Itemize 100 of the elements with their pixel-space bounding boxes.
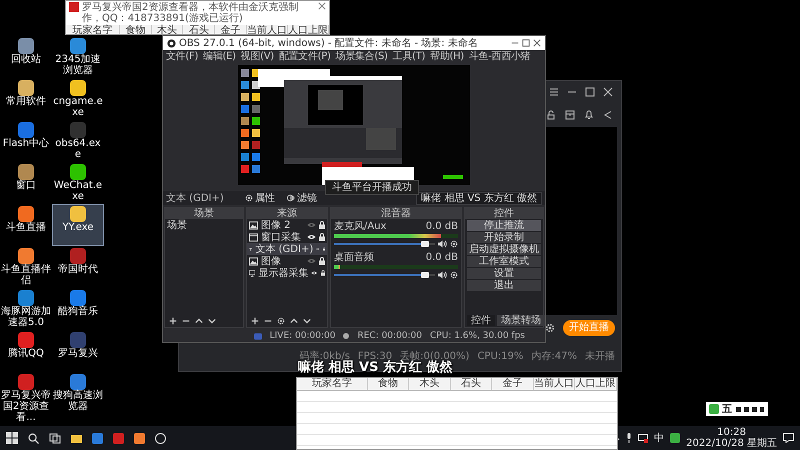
settings-icon[interactable]: [450, 271, 458, 279]
microphone-icon[interactable]: [626, 433, 632, 443]
cpu-fps-text: CPU: 1.6%, 30.00 fps: [430, 330, 525, 342]
down-icon[interactable]: [303, 317, 311, 325]
speaker-icon[interactable]: [438, 240, 447, 248]
shortcut-label: 罗马复兴帝国2资源查看...: [1, 390, 51, 423]
source-row[interactable]: 图像 2: [247, 219, 327, 231]
shortcut-label: 帝国时代: [58, 264, 98, 275]
lock-icon[interactable]: [322, 245, 326, 253]
source-row[interactable]: 文本 (GDI+): [247, 243, 327, 255]
start-icon[interactable]: [6, 432, 18, 444]
speaker-icon[interactable]: [438, 271, 447, 279]
lock-icon[interactable]: [320, 269, 325, 277]
source-row[interactable]: 显示器采集: [247, 267, 327, 279]
app-icon[interactable]: [134, 432, 145, 444]
source-label: 图像: [261, 256, 282, 266]
desktop-shortcut[interactable]: YY.exe: [52, 204, 104, 246]
network-icon[interactable]: [638, 434, 648, 442]
menu-item[interactable]: 斗鱼-西西小猪: [468, 51, 530, 62]
lock-icon[interactable]: [319, 233, 325, 241]
source-row[interactable]: 窗口采集: [247, 231, 327, 243]
settings-icon[interactable]: [450, 240, 458, 248]
notification-icon[interactable]: [783, 433, 794, 443]
dock-tab[interactable]: 控件: [467, 315, 495, 326]
desktop-shortcut[interactable]: 常用软件: [0, 78, 52, 120]
control-button[interactable]: 启动虚拟摄像机: [467, 244, 541, 255]
control-button[interactable]: 退出: [467, 280, 541, 291]
desktop-shortcut[interactable]: 腾讯QQ: [0, 330, 52, 372]
menu-item[interactable]: 文件(F): [166, 51, 198, 62]
up-icon[interactable]: [195, 317, 203, 325]
control-button[interactable]: 开始录制: [467, 232, 541, 243]
ime-mode-label: 五: [722, 404, 732, 414]
desktop-shortcut[interactable]: 帝国时代: [52, 246, 104, 288]
dock-tab[interactable]: 场景转场: [497, 315, 545, 326]
desktop-shortcut[interactable]: 回收站: [0, 36, 52, 78]
desktop-shortcut[interactable]: 搜狗高速浏览器: [52, 372, 104, 424]
menu-item[interactable]: 视图(V): [240, 51, 274, 62]
toolbar-button[interactable]: 属性: [242, 192, 278, 204]
clock[interactable]: 10:28 2022/10/28 星期五: [686, 427, 777, 449]
down-icon[interactable]: [208, 317, 216, 325]
control-button[interactable]: 停止推流: [467, 220, 541, 231]
settings-icon[interactable]: [277, 317, 285, 325]
desktop-shortcut[interactable]: 海豚网游加速器5.0: [0, 288, 52, 330]
app-icon[interactable]: [113, 432, 124, 444]
shortcut-label: 酷狗音乐: [58, 306, 98, 317]
lock-icon[interactable]: [319, 221, 325, 229]
desktop-shortcut[interactable]: 斗鱼直播: [0, 204, 52, 246]
lock-icon[interactable]: [546, 110, 556, 120]
menu-item[interactable]: 帮助(H): [430, 51, 464, 62]
folder-icon[interactable]: [71, 432, 82, 444]
bell-icon[interactable]: [584, 110, 594, 120]
eye-dim-icon[interactable]: [307, 222, 316, 228]
add-icon[interactable]: [169, 317, 177, 325]
up-icon[interactable]: [290, 317, 298, 325]
app-icon[interactable]: [92, 432, 103, 444]
lock-icon[interactable]: [319, 257, 325, 265]
desktop-shortcut[interactable]: obs64.exe: [52, 120, 104, 162]
desktop-shortcut[interactable]: 罗马复兴帝国2资源查看...: [0, 372, 52, 424]
add-icon[interactable]: [251, 317, 259, 325]
desktop-shortcut[interactable]: Flash中心: [0, 120, 52, 162]
menu-icon[interactable]: [549, 87, 559, 97]
menu-item[interactable]: 场景集合(S): [336, 51, 388, 62]
desktop-shortcut[interactable]: 窗口: [0, 162, 52, 204]
settings-icon[interactable]: [545, 323, 555, 333]
menu-item[interactable]: 编辑(E): [203, 51, 236, 62]
close-icon[interactable]: [533, 39, 541, 47]
search-icon[interactable]: [28, 432, 39, 444]
scene-item[interactable]: 场景: [165, 219, 243, 231]
desktop-shortcut[interactable]: 2345加速浏览器: [52, 36, 104, 78]
eye-icon[interactable]: [311, 270, 318, 276]
live-timer: LIVE: 00:00:00: [270, 330, 336, 342]
source-row[interactable]: 图像: [247, 255, 327, 267]
desktop-shortcut[interactable]: 斗鱼直播伴侣: [0, 246, 52, 288]
menu-item[interactable]: 配置文件(P): [278, 51, 331, 62]
desktop-shortcut[interactable]: 酷狗音乐: [52, 288, 104, 330]
text-field[interactable]: 嘛佬 相思 VS 东方红 傲然: [416, 192, 542, 204]
desktop-shortcut[interactable]: 罗马复兴: [52, 330, 104, 372]
ime-logo-icon: [709, 404, 719, 414]
column-header: 食物: [368, 378, 410, 390]
maximize-icon[interactable]: [585, 87, 595, 97]
desktop-shortcut[interactable]: WeChat.exe: [52, 162, 104, 204]
toolbar-button[interactable]: 滤镜: [284, 192, 320, 204]
shortcut-label: 常用软件: [6, 96, 46, 107]
desktop-shortcut[interactable]: cngame.exe: [52, 78, 104, 120]
ime-logo-icon[interactable]: [670, 433, 680, 443]
shortcut-label: YY.exe: [62, 222, 94, 233]
source-label: 显示器采集: [258, 268, 308, 278]
control-button[interactable]: 工作室模式: [467, 256, 541, 267]
ime-indicator[interactable]: 中: [654, 432, 664, 444]
menu-item[interactable]: 工具(T): [392, 51, 426, 62]
settings-icon[interactable]: [245, 194, 254, 202]
box-icon[interactable]: [565, 110, 575, 120]
close-icon[interactable]: [603, 87, 613, 97]
task-view-icon[interactable]: [49, 432, 61, 444]
eye-icon[interactable]: [307, 234, 316, 240]
eye-dim-icon[interactable]: [307, 258, 316, 264]
close-icon[interactable]: [318, 2, 326, 10]
control-button[interactable]: 设置: [467, 268, 541, 279]
source-label: 图像 2: [261, 220, 292, 230]
maximize-icon[interactable]: [522, 39, 530, 47]
